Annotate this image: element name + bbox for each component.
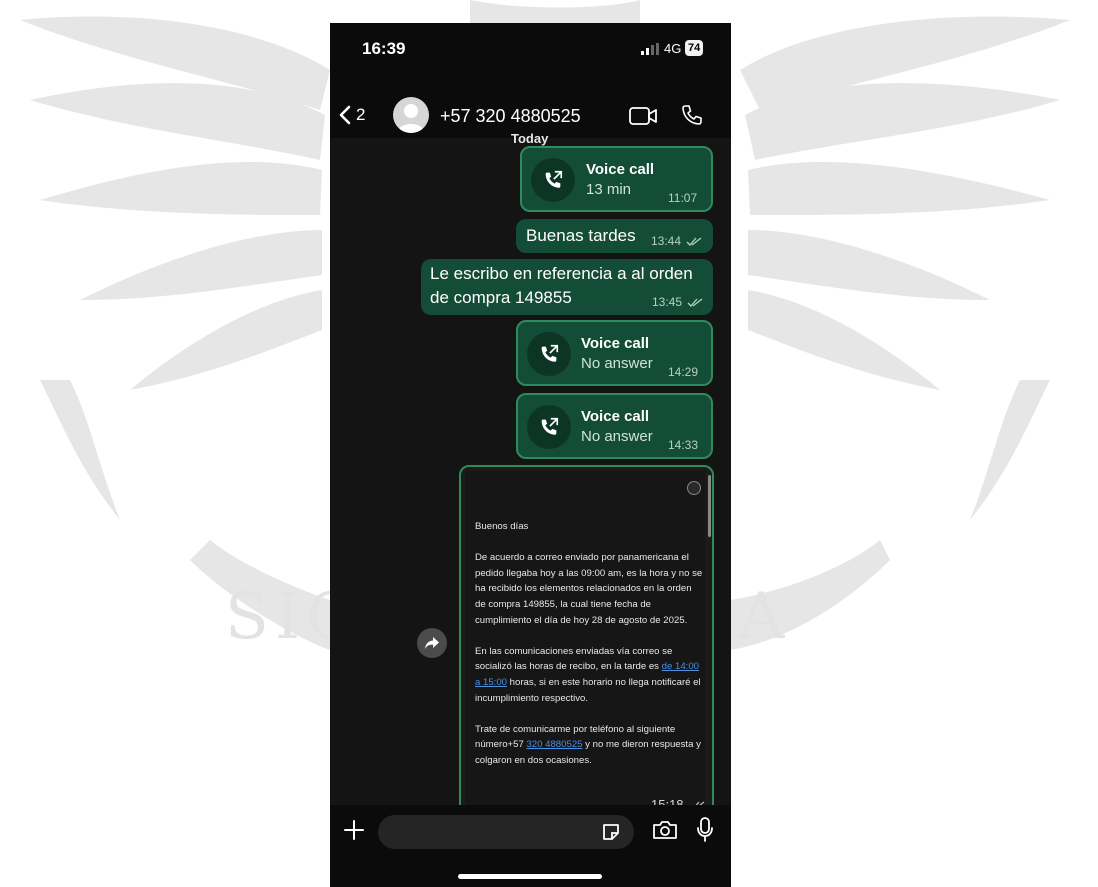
outgoing-call-icon [541, 417, 559, 435]
email-body: Buenos días De acuerdo a correo enviado … [475, 519, 703, 784]
network-type: 4G [664, 41, 682, 56]
text-message-bubble[interactable]: Buenas tardes 13:44 [516, 219, 713, 253]
message-text-line-1: Le escribo en referencia a al orden [430, 264, 693, 283]
forward-button[interactable] [417, 628, 447, 658]
video-call-icon[interactable] [628, 105, 658, 127]
message-time: 14:33 [668, 438, 699, 452]
phone-call-icon[interactable] [680, 103, 704, 127]
day-separator: Today [511, 131, 549, 146]
message-text-line-2: de compra 149855 [430, 288, 572, 307]
back-button[interactable]: 2 [338, 103, 365, 127]
image-message-bubble[interactable]: Buenos días De acuerdo a correo enviado … [459, 465, 714, 830]
message-time: 11:07 [668, 191, 698, 205]
voice-call-bubble[interactable]: Voice call 13 min 11:07 [520, 146, 713, 212]
voice-call-bubble[interactable]: Voice call No answer 14:33 [516, 393, 713, 459]
emoji-icon [687, 481, 701, 495]
message-text: Buenas tardes [526, 226, 636, 245]
status-time: 16:39 [362, 39, 406, 58]
signal-icon [641, 43, 659, 55]
email-paragraph-3: Trate de comunicarme por teléfono al sig… [475, 723, 701, 766]
outgoing-call-icon [545, 170, 563, 188]
avatar[interactable] [393, 97, 429, 133]
email-paragraph-2: En las comunicaciones enviadas vía corre… [475, 645, 701, 704]
forward-arrow-icon [425, 637, 439, 649]
call-title: Voice call [581, 408, 650, 425]
message-time: 13:44 [651, 234, 702, 248]
voice-call-bubble[interactable]: Voice call No answer 14:29 [516, 320, 713, 386]
read-receipt-icon [687, 298, 703, 307]
call-status: No answer [581, 355, 653, 372]
status-bar: 16:39 4G 74 [330, 23, 731, 75]
call-icon-badge [531, 158, 575, 202]
read-receipt-icon [686, 237, 702, 246]
contact-name[interactable]: +57 320 4880525 [440, 106, 581, 127]
email-screenshot: Buenos días De acuerdo a correo enviado … [465, 471, 705, 811]
message-time: 13:45 [652, 295, 703, 309]
sticker-icon[interactable] [600, 821, 622, 843]
person-icon [397, 104, 425, 133]
message-time: 14:29 [668, 365, 699, 379]
chat-header: 2 +57 320 4880525 [330, 75, 731, 138]
outgoing-call-icon [541, 344, 559, 362]
call-icon-badge [527, 332, 571, 376]
watermark-text-right: A [738, 580, 791, 654]
plus-icon[interactable] [343, 819, 365, 841]
unread-count: 2 [356, 105, 366, 124]
battery-indicator: 74 [685, 40, 704, 56]
call-icon-badge [527, 405, 571, 449]
message-input[interactable] [378, 815, 634, 849]
camera-icon[interactable] [652, 819, 678, 841]
microphone-icon[interactable] [696, 817, 714, 843]
call-duration: 13 min [586, 181, 632, 198]
email-paragraph-1: De acuerdo a correo enviado por panameri… [475, 552, 703, 626]
scrollbar[interactable] [708, 475, 711, 537]
phone-screen: 16:39 4G 74 2 +57 320 4880525 Today Voic… [330, 23, 731, 887]
composer-bar [330, 805, 731, 887]
email-link-phone[interactable]: 320 4880525 [526, 739, 582, 750]
text-message-bubble[interactable]: Le escribo en referencia a al orden de c… [421, 259, 713, 315]
home-indicator[interactable] [458, 874, 602, 879]
call-title: Voice call [586, 161, 655, 178]
call-title: Voice call [581, 335, 650, 352]
chevron-left-icon [339, 105, 351, 125]
call-status: No answer [581, 428, 653, 445]
email-greeting: Buenos días [475, 521, 529, 532]
